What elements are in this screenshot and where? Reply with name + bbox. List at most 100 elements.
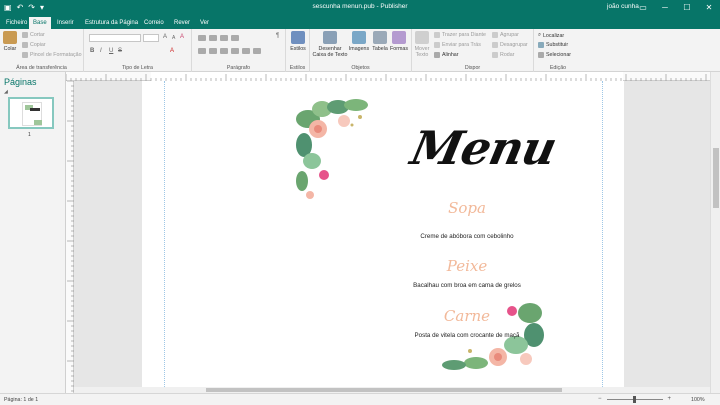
section-heading-fish[interactable]: Peixe	[392, 257, 542, 275]
tab-mailings[interactable]: Correio	[140, 17, 168, 29]
objects-group-label: Objetos	[351, 65, 370, 71]
pilcrow-button[interactable]: ¶	[276, 33, 279, 39]
underline-button[interactable]: U	[109, 48, 113, 54]
image-icon	[352, 31, 366, 44]
font-group: A A A B I U S A Tipo de Letra	[84, 29, 192, 72]
zoom-in-icon[interactable]: +	[668, 396, 672, 402]
align-left-icon[interactable]	[198, 48, 206, 54]
minimize-button[interactable]: ─	[654, 0, 676, 15]
dish-meat[interactable]: Posta de vitela com crocante de maçã	[372, 332, 562, 339]
tab-home[interactable]: Base	[29, 17, 51, 29]
replace-icon	[538, 42, 544, 48]
table-button[interactable]: Tabela	[371, 31, 389, 52]
rotate-icon	[492, 52, 498, 58]
move-text-button[interactable]: Mover Texto	[413, 31, 431, 58]
publisher-window: ▣ ↶ ↷ ▾ sescunha menun.pub - Publisher j…	[0, 0, 720, 405]
font-group-label: Tipo de Letra	[121, 65, 154, 71]
thumbnail-flowers-bottom	[34, 120, 42, 125]
close-button[interactable]: ✕	[698, 0, 720, 15]
tab-review[interactable]: Rever	[170, 17, 194, 29]
send-backward-button[interactable]: Enviar para Trás	[434, 42, 481, 48]
vertical-ruler[interactable]	[66, 81, 74, 393]
align-button[interactable]: Alinhar	[434, 52, 459, 58]
find-button[interactable]: ⌕ Localizar	[538, 32, 564, 39]
arrange-group-label: Dispor	[464, 65, 481, 71]
styles-icon	[291, 31, 305, 44]
window-controls: ▭ ─ ☐ ✕	[632, 0, 720, 15]
ungroup-button[interactable]: Desagrupar	[492, 42, 528, 48]
line-spacing-icon[interactable]	[253, 48, 261, 54]
zoom-out-icon[interactable]: −	[598, 396, 602, 402]
bold-button[interactable]: B	[90, 48, 94, 54]
list-buttons	[198, 35, 258, 41]
justify-icon[interactable]	[231, 48, 239, 54]
paste-button[interactable]: Colar	[3, 31, 17, 52]
distribute-icon[interactable]	[242, 48, 250, 54]
numbering-icon[interactable]	[209, 35, 217, 41]
bullets-icon[interactable]	[198, 35, 206, 41]
rotate-button[interactable]: Rodar	[492, 52, 514, 58]
cut-button[interactable]: Cortar	[22, 32, 45, 38]
document-canvas[interactable]: Menu Sopa Creme de abóbora com cebolinho…	[74, 81, 710, 387]
page-thumbnail[interactable]	[8, 97, 54, 129]
shapes-button[interactable]: Formas	[389, 31, 409, 52]
zoom-slider-knob[interactable]	[632, 395, 636, 403]
grow-font-button[interactable]: A	[163, 34, 167, 40]
zoom-level[interactable]: 100%	[691, 397, 705, 403]
align-center-icon[interactable]	[209, 48, 217, 54]
floral-decoration-top[interactable]	[294, 99, 374, 209]
copy-button[interactable]: Copiar	[22, 42, 46, 48]
ribbon-tabs: Ficheiro Base Inserir Estrutura da Págin…	[0, 15, 720, 29]
replace-button[interactable]: Substituir	[538, 42, 568, 48]
clear-format-button[interactable]: A	[180, 34, 184, 40]
vertical-scrollbar[interactable]	[710, 72, 720, 393]
tab-page-design[interactable]: Estrutura da Página	[81, 17, 142, 29]
brush-icon	[22, 52, 28, 58]
format-painter-button[interactable]: Pincel de Formatação	[22, 52, 82, 58]
dish-soup[interactable]: Creme de abóbora com cebolinho	[372, 233, 562, 240]
ribbon-display-icon[interactable]: ▭	[632, 0, 654, 15]
dish-fish[interactable]: Bacalhau com broa em cama de grelos	[372, 282, 562, 289]
select-button[interactable]: Selecionar	[538, 52, 571, 58]
maximize-button[interactable]: ☐	[676, 0, 698, 15]
page-info[interactable]: Página: 1 de 1	[4, 397, 38, 403]
section-heading-meat[interactable]: Carne	[392, 307, 542, 325]
font-color-button[interactable]: A	[170, 48, 174, 54]
images-button[interactable]: Imagens	[348, 31, 370, 52]
horizontal-ruler[interactable]	[66, 72, 710, 81]
ribbon: Colar Cortar Copiar Pincel de Formatação…	[0, 29, 720, 72]
shapes-icon	[392, 31, 406, 44]
pages-pane: Páginas ◢ 1	[0, 72, 66, 393]
zoom-slider[interactable]	[606, 395, 663, 403]
bring-forward-button[interactable]: Trazer para Diante	[434, 32, 486, 38]
search-icon: ⌕	[538, 32, 541, 38]
editing-group-label: Edição	[549, 65, 567, 71]
tab-insert[interactable]: Inserir	[53, 17, 78, 29]
decrease-indent-icon[interactable]	[220, 35, 228, 41]
menu-title[interactable]: Menu	[406, 121, 561, 175]
group-icon	[492, 32, 498, 38]
italic-button[interactable]: I	[100, 48, 102, 54]
collapse-icon[interactable]: ◢	[4, 89, 8, 95]
vertical-ruler-ticks	[67, 81, 74, 392]
align-right-icon[interactable]	[220, 48, 228, 54]
tab-view[interactable]: Ver	[196, 17, 213, 29]
section-heading-soup[interactable]: Sopa	[392, 199, 542, 217]
page-sheet[interactable]: Menu Sopa Creme de abóbora com cebolinho…	[142, 81, 624, 387]
draw-textbox-button[interactable]: Desenhar Caixa de Texto	[312, 31, 348, 58]
styles-button[interactable]: Estilos	[288, 31, 308, 52]
styles-group: Estilos Estilos	[286, 29, 310, 72]
arrange-group: Mover Texto Trazer para Diante Enviar pa…	[412, 29, 534, 72]
font-size-combo[interactable]	[143, 34, 159, 42]
vertical-scroll-thumb[interactable]	[713, 148, 719, 208]
increase-indent-icon[interactable]	[231, 35, 239, 41]
horizontal-scroll-thumb[interactable]	[206, 388, 562, 392]
margin-guide-left	[164, 81, 165, 387]
tab-file[interactable]: Ficheiro	[2, 17, 31, 29]
shrink-font-button[interactable]: A	[172, 35, 175, 41]
pages-pane-title: Páginas	[4, 77, 37, 87]
font-name-combo[interactable]	[89, 34, 141, 42]
strikethrough-button[interactable]: S	[118, 48, 122, 54]
status-bar: Página: 1 de 1 − + 100%	[0, 393, 720, 405]
group-button[interactable]: Agrupar	[492, 32, 519, 38]
